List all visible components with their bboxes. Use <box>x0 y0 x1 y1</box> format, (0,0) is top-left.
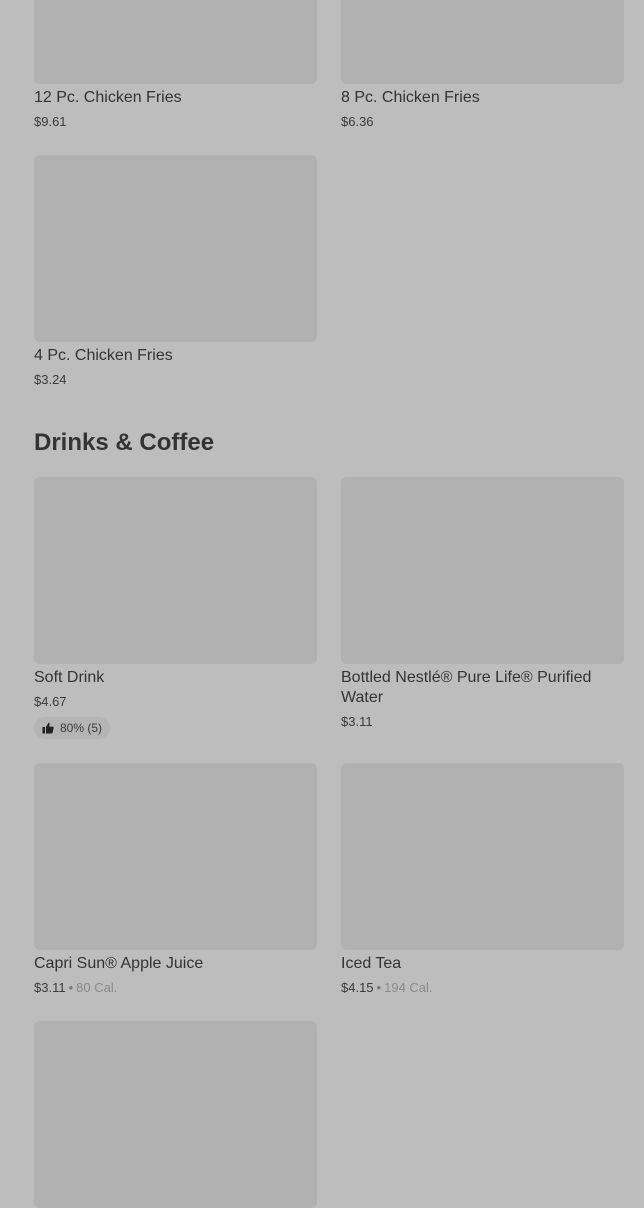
item-meta: $3.11 <box>341 714 624 730</box>
item-price: $3.24 <box>34 372 67 387</box>
item-calories: 194 Cal. <box>384 980 433 995</box>
separator-dot: • <box>376 980 382 995</box>
menu-item-card[interactable]: Bottled Nestlé® Pure Life® Purified Wate… <box>341 477 624 730</box>
item-name: Bottled Nestlé® Pure Life® Purified Wate… <box>341 669 592 706</box>
item-meta: $3.24 <box>34 372 317 388</box>
separator-dot: • <box>68 980 74 995</box>
menu-item-card[interactable]: 8 Pc. Chicken Fries $6.36 <box>341 0 624 130</box>
menu-item-card[interactable]: Soft Drink $4.67 80% (5) <box>34 477 317 739</box>
item-image[interactable] <box>34 477 317 664</box>
menu-item-card[interactable]: Iced Tea $4.15 • 194 Cal. <box>341 763 624 996</box>
menu-item-card[interactable]: Capri Sun® Apple Juice $3.11 • 80 Cal. <box>34 763 317 996</box>
rating-text: 80% (5) <box>60 721 103 735</box>
item-meta: $6.36 <box>341 114 624 130</box>
menu-item-card[interactable] <box>34 1021 317 1208</box>
item-name: Soft Drink <box>34 669 105 686</box>
item-price: $3.11 <box>34 980 66 995</box>
item-meta: $3.11 • 80 Cal. <box>34 980 317 996</box>
menu-item-card[interactable]: 12 Pc. Chicken Fries $9.61 <box>34 0 317 130</box>
item-price: $3.11 <box>341 714 373 729</box>
item-name: 4 Pc. Chicken Fries <box>34 347 173 364</box>
item-name: Capri Sun® Apple Juice <box>34 955 204 972</box>
item-price: $6.36 <box>341 114 374 129</box>
item-calories: 80 Cal. <box>76 980 118 995</box>
item-image[interactable] <box>341 763 624 950</box>
item-price: $4.15 <box>341 980 374 995</box>
menu-item-card[interactable]: 4 Pc. Chicken Fries $3.24 <box>34 155 317 388</box>
item-name: 12 Pc. Chicken Fries <box>34 89 182 106</box>
item-meta: $9.61 <box>34 114 317 130</box>
item-meta: $4.67 <box>34 694 317 710</box>
section-title-drinks-coffee: Drinks & Coffee <box>34 429 215 456</box>
item-name: Iced Tea <box>341 955 402 972</box>
item-image[interactable] <box>34 0 317 84</box>
item-price: $4.67 <box>34 694 67 709</box>
item-image[interactable] <box>34 1021 317 1208</box>
item-image[interactable] <box>341 477 624 664</box>
item-image[interactable] <box>341 0 624 84</box>
item-meta: $4.15 • 194 Cal. <box>341 980 624 996</box>
rating-badge: 80% (5) <box>34 717 111 739</box>
item-name: 8 Pc. Chicken Fries <box>341 89 480 106</box>
thumbs-up-icon <box>42 722 54 734</box>
item-image[interactable] <box>34 763 317 950</box>
item-image[interactable] <box>34 155 317 342</box>
item-price: $9.61 <box>34 114 67 129</box>
